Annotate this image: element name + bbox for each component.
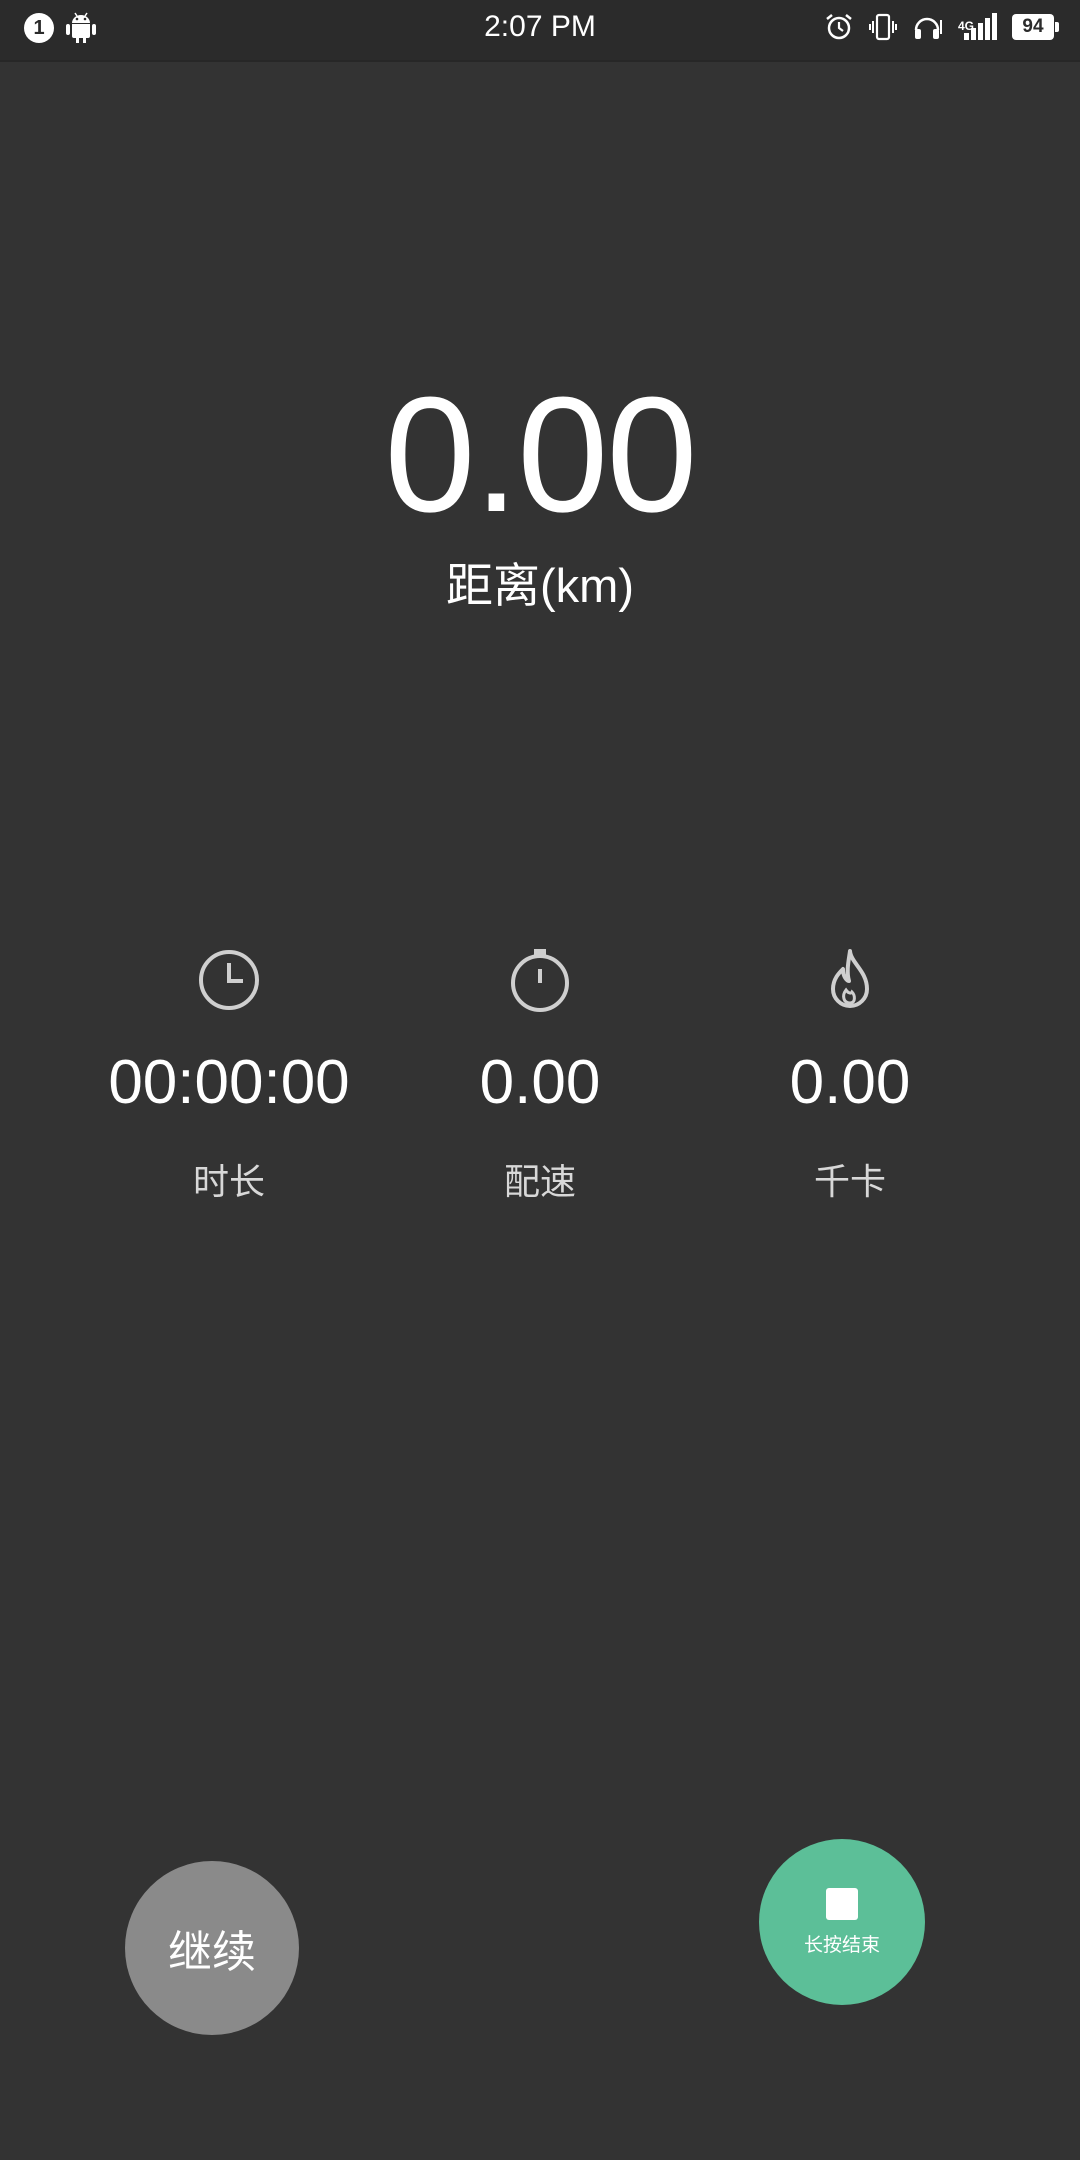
stat-duration: 00:00:00 时长 xyxy=(49,945,409,1207)
stop-icon xyxy=(826,1887,858,1920)
network-type-label: 4G xyxy=(957,19,974,33)
continue-button[interactable]: 继续 xyxy=(125,1861,299,2035)
duration-label: 时长 xyxy=(192,1161,265,1202)
stop-button-label: 长按结束 xyxy=(803,1934,880,1956)
pace-value: 0.00 xyxy=(479,1048,601,1117)
long-press-stop-button[interactable]: 长按结束 xyxy=(759,1839,925,2005)
status-bar: 1 2:07 PM 4G 94 xyxy=(0,0,1080,62)
distance-label: 距离(km) xyxy=(446,559,634,612)
stat-pace: 0.00 配速 xyxy=(360,945,720,1207)
alarm-icon xyxy=(826,14,852,40)
stat-calories: 0.00 千卡 xyxy=(670,945,1030,1207)
stopwatch-icon xyxy=(511,949,569,1012)
battery-icon: 94 xyxy=(1012,14,1059,40)
pace-label: 配速 xyxy=(503,1161,576,1202)
calories-label: 千卡 xyxy=(813,1161,886,1202)
workout-screen: 1 2:07 PM 4G 94 0.00 距离(km) 00:00:00 时长 … xyxy=(0,0,1080,2160)
distance-value: 0.00 xyxy=(384,363,697,546)
duration-value: 00:00:00 xyxy=(108,1048,350,1117)
headset-icon xyxy=(914,17,942,39)
vibrate-icon xyxy=(868,13,897,41)
calories-value: 0.00 xyxy=(789,1048,911,1117)
continue-button-label: 继续 xyxy=(168,1928,256,1977)
status-bar-right: 4G 94 xyxy=(824,12,1059,42)
flame-icon xyxy=(831,949,869,1008)
clock-icon xyxy=(199,950,259,1010)
